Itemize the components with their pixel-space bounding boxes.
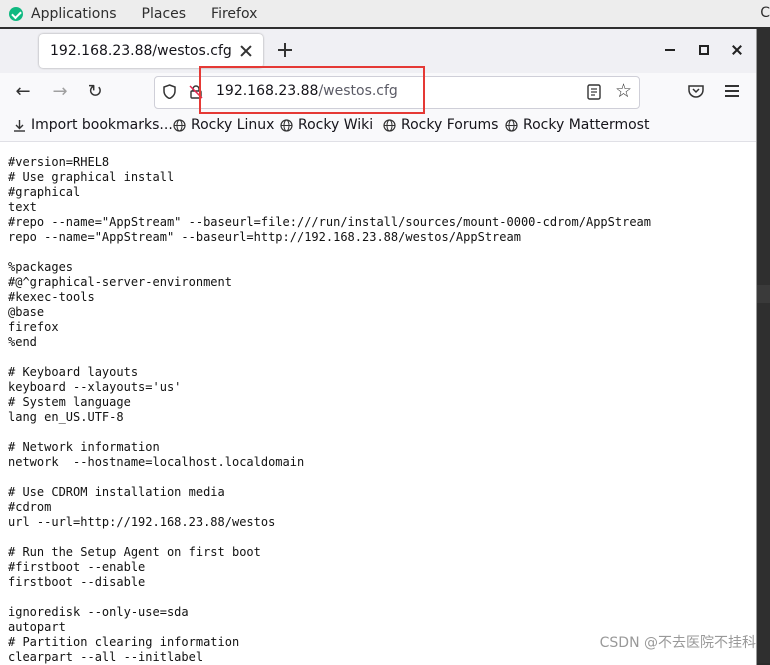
maximize-icon[interactable] bbox=[698, 44, 710, 56]
tab-title: 192.168.23.88/westos.cfg bbox=[50, 43, 232, 59]
url-text[interactable]: 192.168.23.88/westos.cfg bbox=[216, 83, 398, 99]
firefox-app-menu[interactable]: Firefox bbox=[211, 6, 257, 22]
desktop-window-area: 192.168.23.88/westos.cfg ← → ↻ 192.168.2… bbox=[0, 27, 770, 665]
minimize-icon[interactable] bbox=[665, 44, 677, 56]
tab-bar: 192.168.23.88/westos.cfg bbox=[0, 29, 756, 73]
globe-icon bbox=[383, 118, 396, 132]
tab-close-icon[interactable] bbox=[239, 44, 253, 58]
page-content: #version=RHEL8 # Use graphical install #… bbox=[0, 143, 756, 665]
bookmark-label: Rocky Forums bbox=[401, 117, 499, 133]
bookmark-rocky-mattermost[interactable]: Rocky Mattermost bbox=[505, 117, 649, 133]
bookmark-label: Rocky Linux bbox=[191, 117, 275, 133]
close-window-icon[interactable] bbox=[731, 44, 743, 56]
back-arrow-icon[interactable]: ← bbox=[14, 83, 32, 101]
reader-view-icon[interactable] bbox=[587, 84, 601, 100]
import-icon bbox=[14, 119, 25, 132]
bookmark-label: Rocky Wiki bbox=[298, 117, 374, 133]
bookmarks-toolbar: Import bookmarks... Rocky Linux Rocky Wi… bbox=[0, 111, 756, 142]
bookmark-rocky-forums[interactable]: Rocky Forums bbox=[383, 117, 498, 133]
globe-icon bbox=[280, 118, 293, 132]
gnome-top-bar: Applications Places Firefox C bbox=[0, 0, 770, 27]
bookmark-label: Import bookmarks... bbox=[31, 117, 173, 133]
url-path: /westos.cfg bbox=[318, 83, 398, 99]
bookmark-label: Rocky Mattermost bbox=[523, 117, 650, 133]
firefox-window: 192.168.23.88/westos.cfg ← → ↻ 192.168.2… bbox=[0, 29, 757, 665]
new-tab-icon[interactable] bbox=[276, 41, 294, 59]
globe-icon bbox=[505, 118, 518, 132]
insecure-lock-icon[interactable] bbox=[189, 85, 203, 99]
bookmark-star-icon[interactable]: ☆ bbox=[615, 81, 632, 101]
csdn-watermark: CSDN @不去医院不挂科 bbox=[599, 635, 756, 651]
background-window-edge bbox=[757, 285, 770, 303]
hamburger-menu-icon[interactable] bbox=[725, 85, 739, 97]
bookmark-rocky-linux[interactable]: Rocky Linux bbox=[173, 117, 274, 133]
pocket-icon[interactable] bbox=[688, 84, 704, 98]
applications-menu[interactable]: Applications bbox=[31, 6, 117, 22]
url-bar[interactable]: 192.168.23.88/westos.cfg ☆ bbox=[154, 76, 640, 109]
bookmark-rocky-wiki[interactable]: Rocky Wiki bbox=[280, 117, 373, 133]
url-host: 192.168.23.88 bbox=[216, 83, 319, 99]
forward-arrow-icon[interactable]: → bbox=[51, 83, 69, 101]
globe-icon bbox=[173, 118, 186, 132]
clock-fragment[interactable]: C bbox=[760, 5, 770, 21]
rocky-logo-icon[interactable] bbox=[9, 6, 23, 21]
reload-icon[interactable]: ↻ bbox=[86, 83, 104, 101]
kickstart-file-text: #version=RHEL8 # Use graphical install #… bbox=[8, 155, 651, 664]
tab-active[interactable]: 192.168.23.88/westos.cfg bbox=[39, 34, 263, 68]
shield-icon[interactable] bbox=[163, 84, 176, 99]
navigation-toolbar: ← → ↻ 192.168.23.88/westos.cfg ☆ bbox=[0, 73, 756, 111]
bookmark-import[interactable]: Import bookmarks... bbox=[13, 117, 173, 133]
places-menu[interactable]: Places bbox=[142, 6, 187, 22]
